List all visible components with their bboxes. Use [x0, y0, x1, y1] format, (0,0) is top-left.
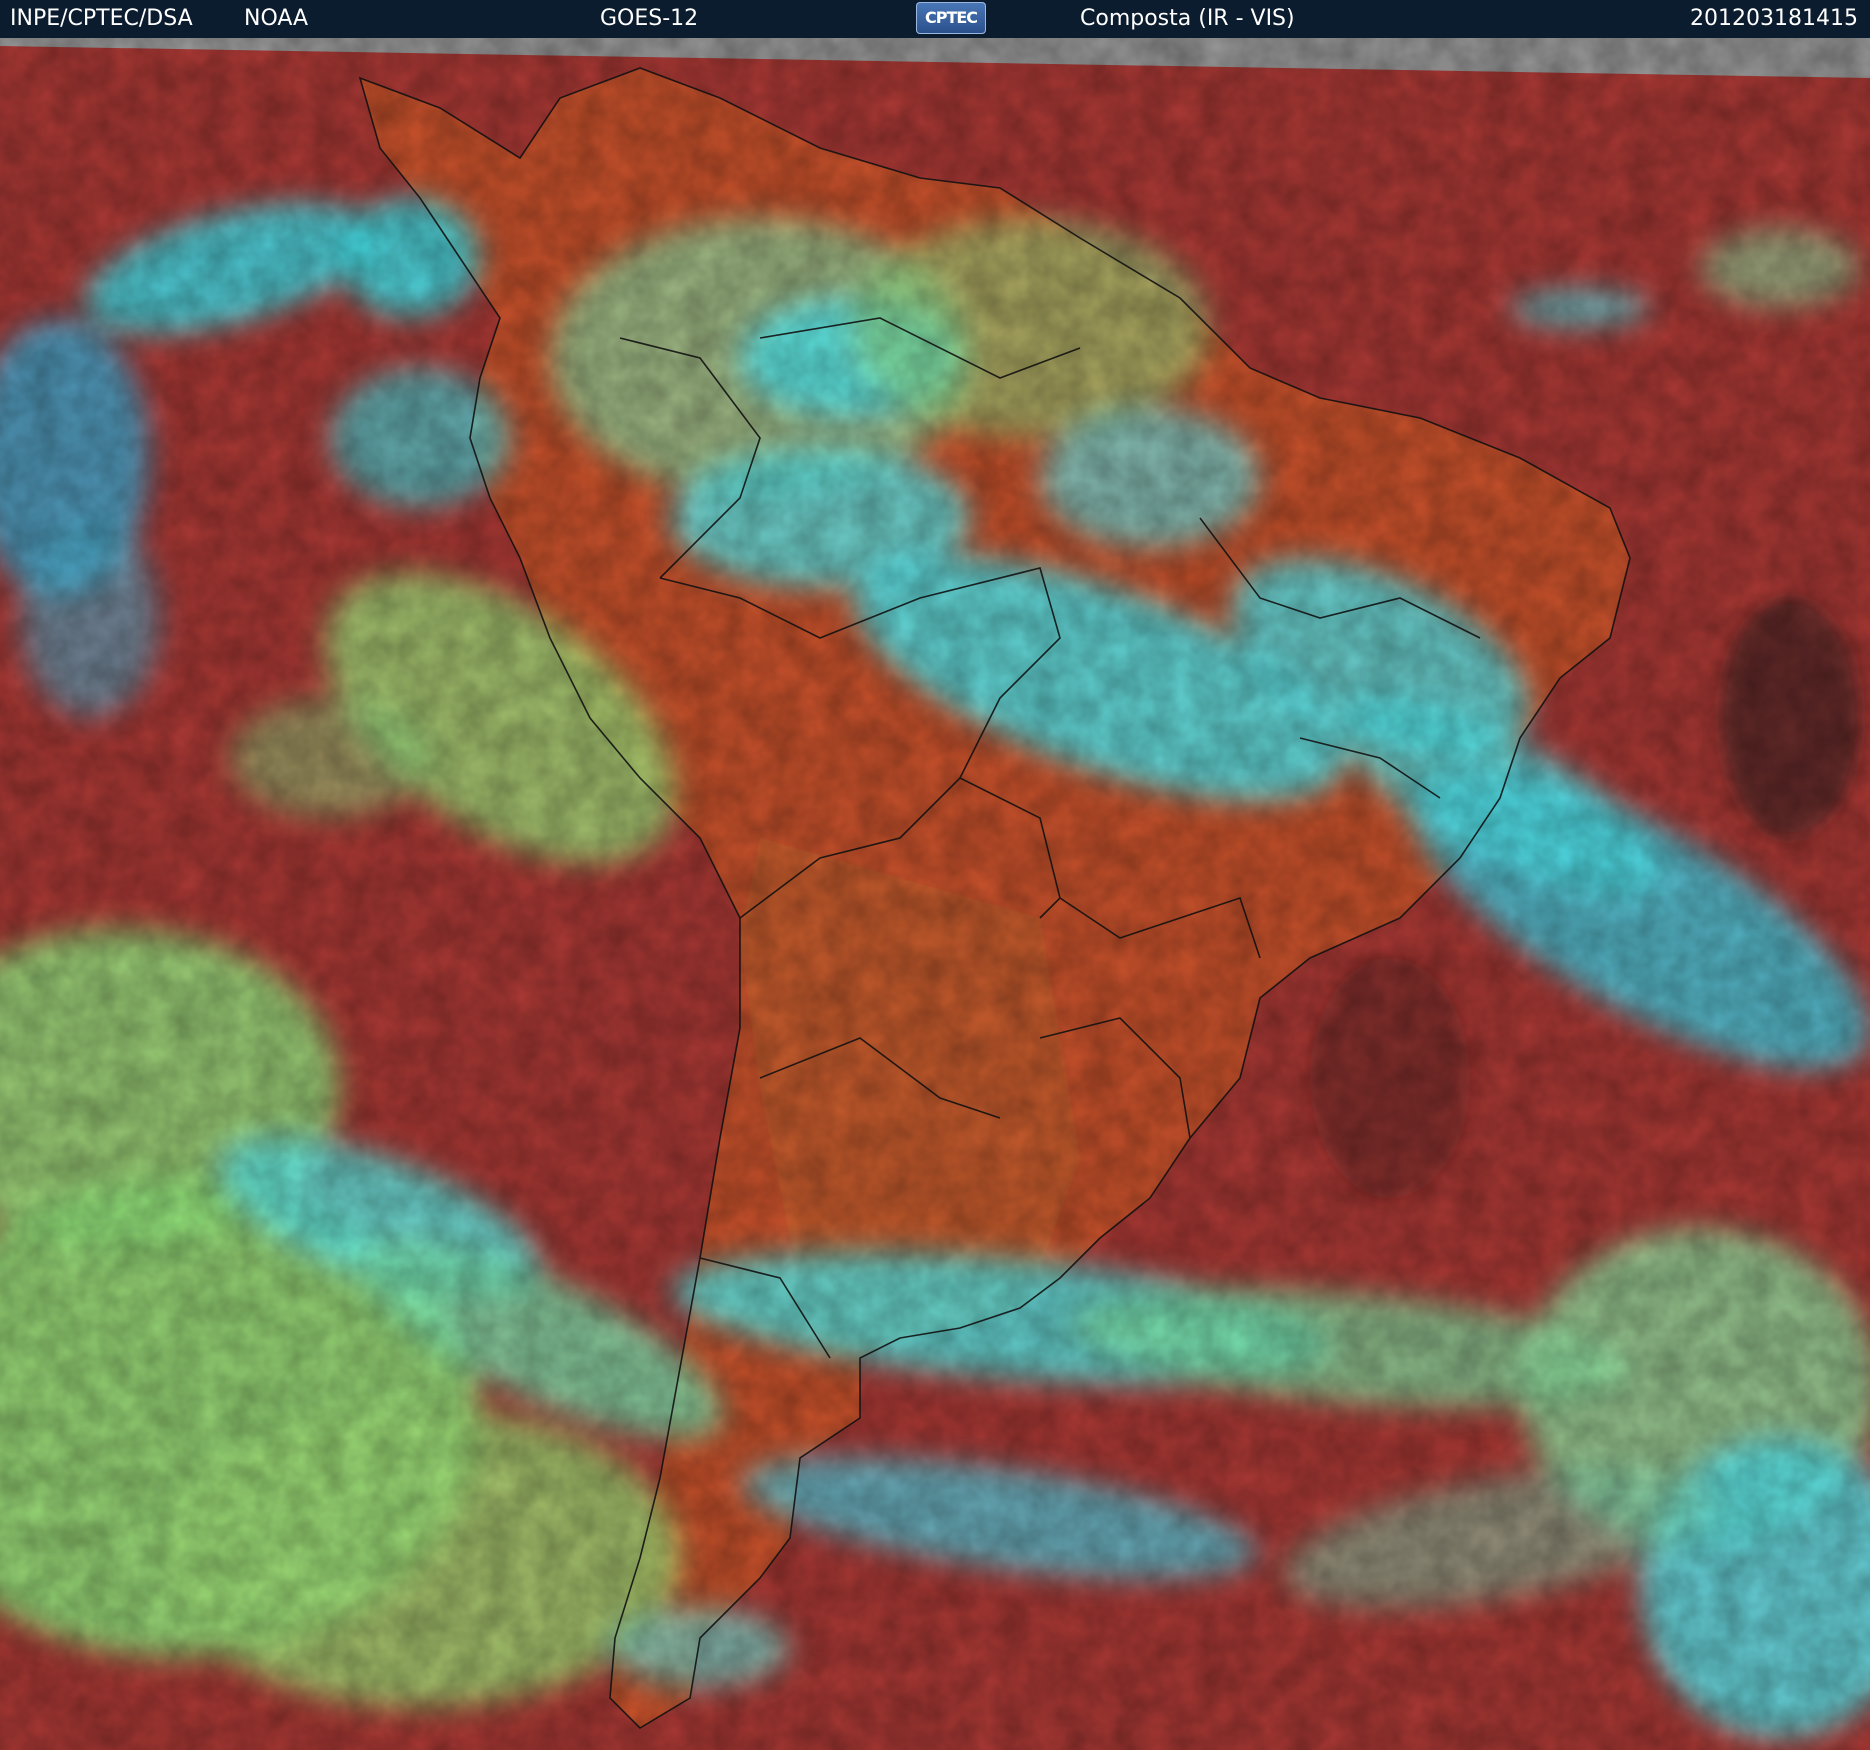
header-bar: INPE/CPTEC/DSA NOAA GOES-12 CPTEC Compos… [0, 0, 1870, 38]
product-label: Composta (IR - VIS) [1080, 6, 1295, 31]
timestamp-label: 201203181415 [1690, 6, 1858, 31]
cptec-logo: CPTEC [916, 2, 986, 34]
satellite-image-viewer: INPE/CPTEC/DSA NOAA GOES-12 CPTEC Compos… [0, 0, 1870, 1750]
logo-text: CPTEC [924, 8, 978, 27]
satellite-label: GOES-12 [600, 6, 699, 31]
agency-label: NOAA [244, 6, 309, 31]
satellite-composite-image [0, 38, 1870, 1750]
institution-label: INPE/CPTEC/DSA [10, 6, 193, 31]
